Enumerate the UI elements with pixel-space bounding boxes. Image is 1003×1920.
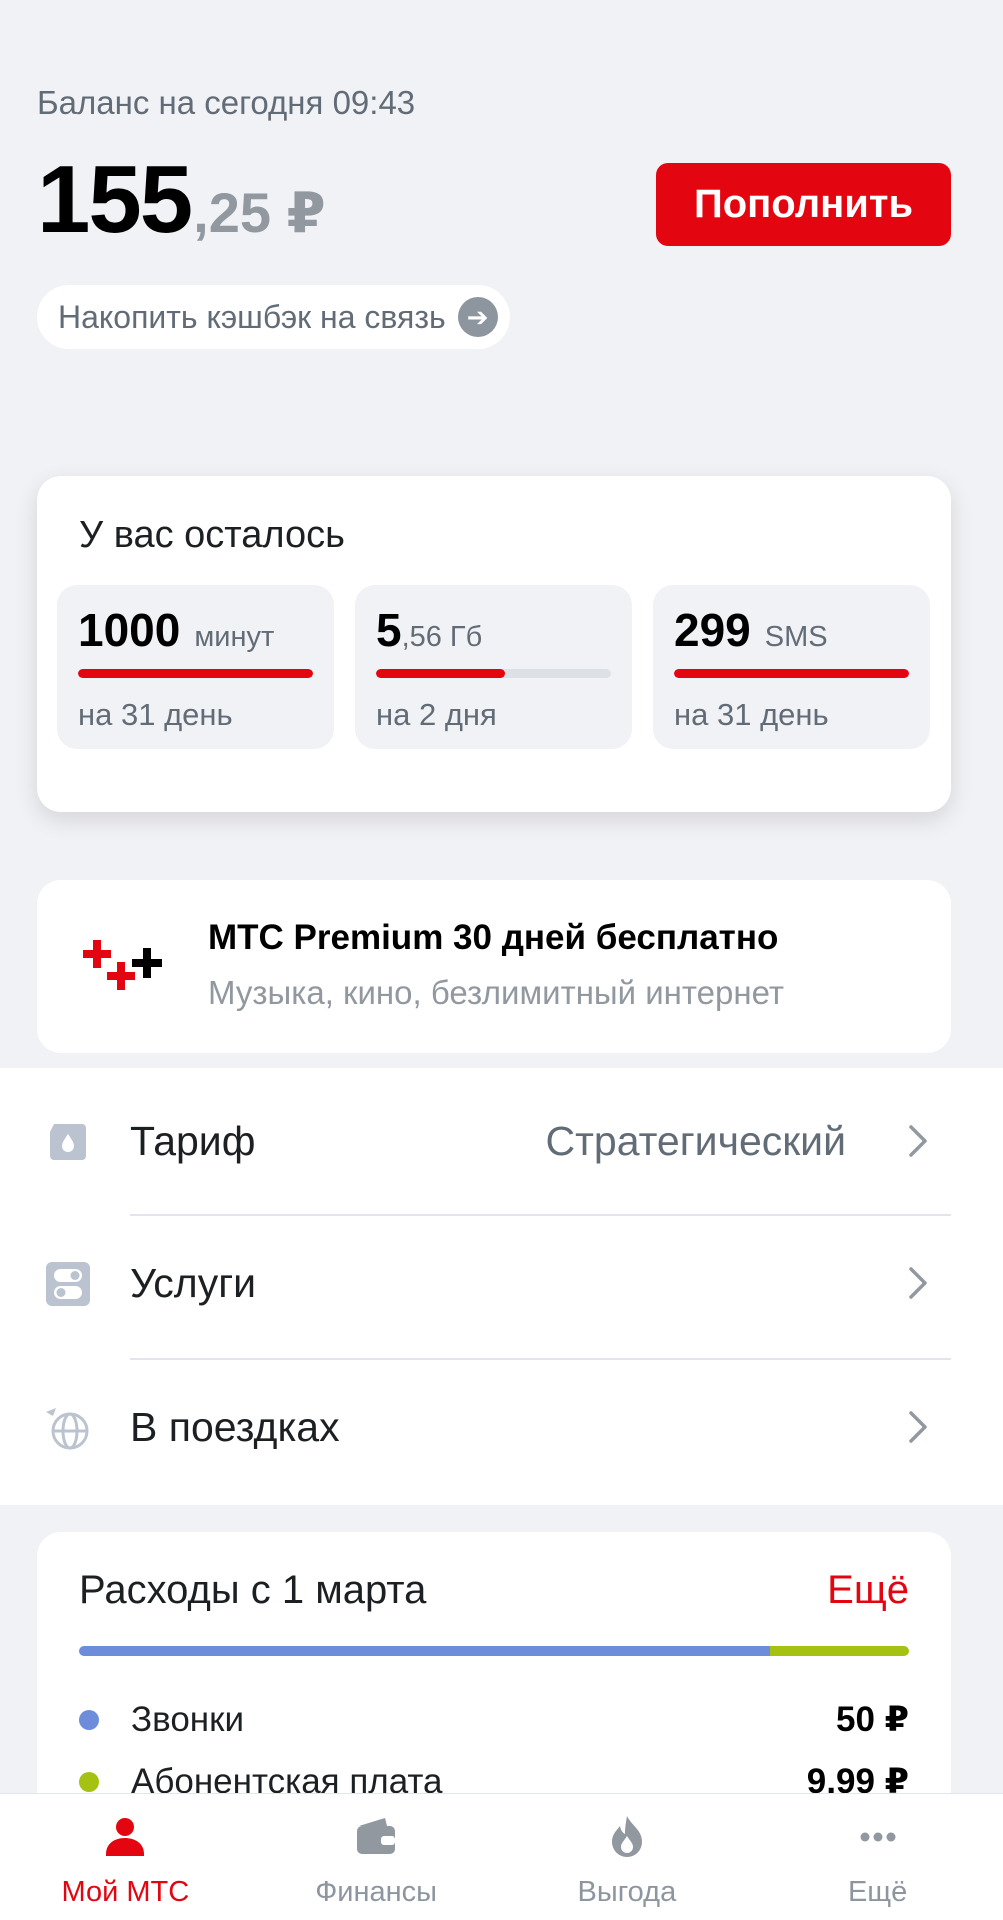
expenses-bar bbox=[79, 1646, 909, 1656]
chevron-right-icon bbox=[909, 1411, 927, 1443]
remaining-title: У вас осталось bbox=[79, 514, 345, 556]
account-menu: Тариф Стратегический Услуги В поездках bbox=[0, 1068, 1003, 1505]
tab-more[interactable]: Ещё bbox=[752, 1794, 1003, 1920]
internet-value: 5 bbox=[376, 604, 402, 656]
expense-row[interactable]: Звонки 50 ₽ bbox=[79, 1694, 909, 1744]
tab-benefits[interactable]: Выгода bbox=[502, 1794, 753, 1920]
sms-progress-fill bbox=[674, 669, 909, 678]
tab-label: Ещё bbox=[847, 1876, 908, 1908]
flame-icon bbox=[611, 1816, 642, 1857]
remaining-sms-tile[interactable]: 299 SMS на 31 день bbox=[653, 585, 930, 749]
balance-integer: 155 bbox=[37, 146, 193, 253]
expense-name: Звонки bbox=[131, 1700, 244, 1739]
minutes-value: 1000 bbox=[78, 604, 181, 656]
tab-label: Выгода bbox=[577, 1876, 677, 1908]
internet-period: на 2 дня bbox=[376, 697, 497, 732]
internet-fraction: ,56 bbox=[401, 621, 442, 653]
premium-promo-card[interactable]: МТС Premium 30 дней бесплатно Музыка, ки… bbox=[37, 880, 951, 1053]
minutes-period: на 31 день bbox=[78, 697, 233, 732]
sms-value: 299 bbox=[674, 604, 751, 656]
menu-item-services[interactable]: Услуги bbox=[0, 1214, 1003, 1360]
tab-label: Мой МТС bbox=[61, 1876, 190, 1908]
menu-value-tariff: Стратегический bbox=[545, 1118, 846, 1164]
internet-progress bbox=[376, 669, 611, 678]
wallet-icon bbox=[357, 1818, 396, 1854]
minutes-progress-fill bbox=[78, 669, 313, 678]
menu-label-services: Услуги bbox=[130, 1260, 257, 1306]
travel-globe-icon bbox=[46, 1408, 89, 1450]
balance-fraction: ,25 ₽ bbox=[193, 181, 326, 244]
expense-dot bbox=[79, 1772, 99, 1792]
remaining-minutes-tile[interactable]: 1000 минут на 31 день bbox=[57, 585, 334, 749]
menu-item-tariff[interactable]: Тариф Стратегический bbox=[0, 1068, 1003, 1214]
promo-title: МТС Premium 30 дней бесплатно bbox=[208, 918, 779, 957]
minutes-unit: минут bbox=[194, 621, 275, 653]
topup-button[interactable]: Пополнить bbox=[656, 163, 951, 246]
more-dots-icon bbox=[860, 1832, 896, 1842]
internet-unit: Гб bbox=[449, 621, 483, 653]
sim-card-icon bbox=[50, 1124, 86, 1160]
balance-label: Баланс на сегодня 09:43 bbox=[37, 84, 416, 121]
expenses-more-link[interactable]: Ещё bbox=[827, 1568, 909, 1613]
balance-amount: 155 ,25 ₽ bbox=[37, 152, 326, 248]
menu-label-travel: В поездках bbox=[130, 1404, 340, 1450]
chevron-right-icon bbox=[909, 1125, 927, 1157]
expenses-bar-fee bbox=[770, 1646, 909, 1656]
internet-progress-fill bbox=[376, 669, 506, 678]
tab-finance[interactable]: Финансы bbox=[251, 1794, 502, 1920]
cashback-link[interactable]: Накопить кэшбэк на связь ➔ bbox=[37, 285, 510, 349]
expense-amount: 50 ₽ bbox=[835, 1700, 909, 1739]
sms-period: на 31 день bbox=[674, 697, 829, 732]
menu-item-travel[interactable]: В поездках bbox=[0, 1358, 1003, 1504]
sms-unit: SMS bbox=[764, 621, 828, 653]
person-icon bbox=[106, 1818, 145, 1856]
remaining-internet-tile[interactable]: 5 ,56 Гб на 2 дня bbox=[355, 585, 632, 749]
remaining-card[interactable]: У вас осталось 1000 минут на 31 день 5 ,… bbox=[37, 476, 951, 812]
expense-dot bbox=[79, 1710, 99, 1730]
bottom-tab-bar: Мой МТС Финансы Выгода Ещё bbox=[0, 1793, 1003, 1920]
arrow-right-icon: ➔ bbox=[457, 297, 498, 337]
minutes-progress bbox=[78, 669, 313, 678]
expenses-title: Расходы с 1 марта bbox=[79, 1568, 427, 1612]
premium-logo-icon bbox=[83, 940, 162, 990]
tab-label: Финансы bbox=[315, 1876, 437, 1908]
menu-label-tariff: Тариф bbox=[130, 1118, 256, 1164]
cashback-label: Накопить кэшбэк на связь bbox=[58, 298, 446, 335]
tab-my-mts[interactable]: Мой МТС bbox=[0, 1794, 251, 1920]
expenses-bar-calls bbox=[79, 1646, 771, 1656]
services-icon bbox=[46, 1262, 90, 1306]
chevron-right-icon bbox=[909, 1267, 927, 1299]
sms-progress bbox=[674, 669, 909, 678]
promo-subtitle: Музыка, кино, безлимитный интернет bbox=[208, 974, 784, 1011]
